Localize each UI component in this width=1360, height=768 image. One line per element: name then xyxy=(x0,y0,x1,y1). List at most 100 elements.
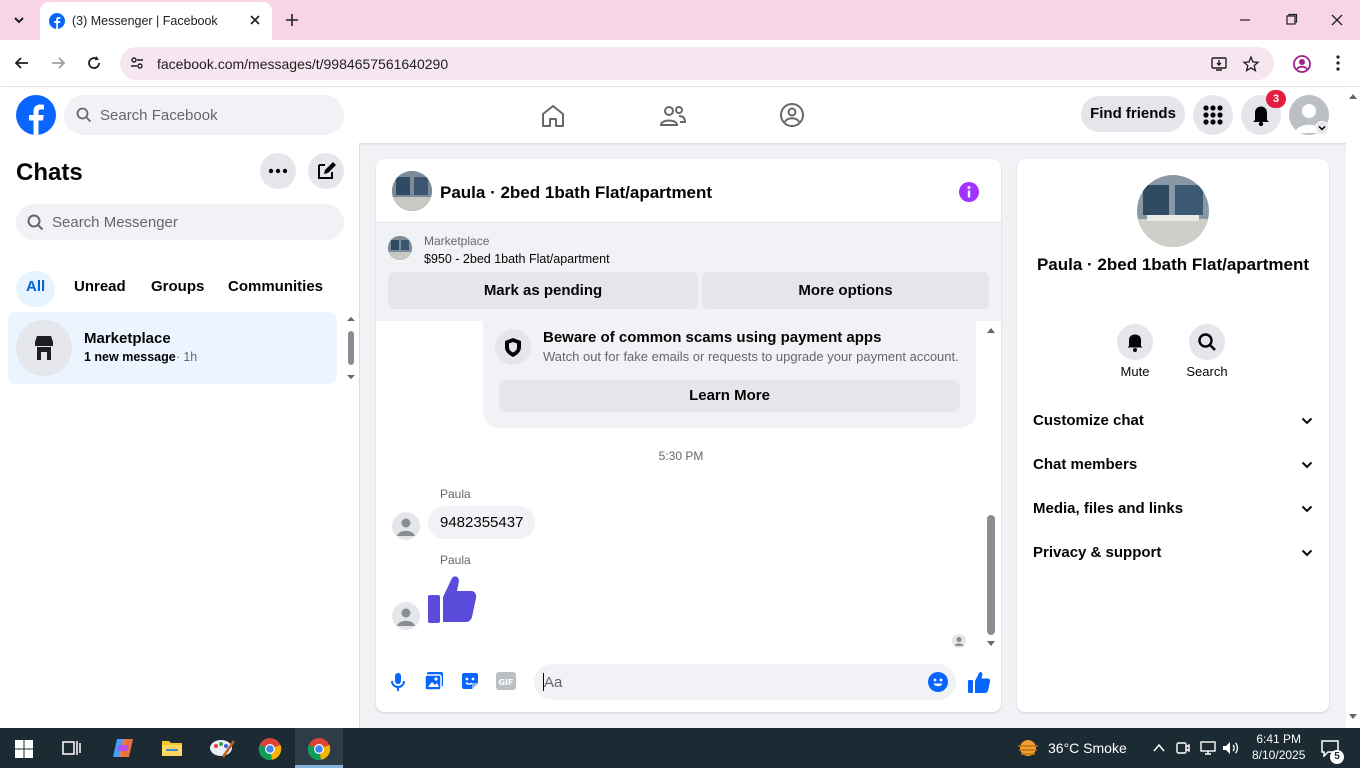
tray-chevron-up-icon[interactable] xyxy=(1152,742,1166,754)
clock-date: 8/10/2025 xyxy=(1252,748,1306,762)
paint-app-icon[interactable] xyxy=(209,737,235,759)
friends-icon[interactable] xyxy=(659,103,687,129)
minimize-icon[interactable] xyxy=(1238,13,1252,27)
taskbar-clock[interactable]: 6:41 PM 8/10/2025 xyxy=(1252,731,1305,763)
photo-icon[interactable] xyxy=(424,671,444,691)
sticker-icon[interactable] xyxy=(460,671,480,691)
chat-members-row[interactable]: Chat members xyxy=(1033,447,1313,483)
search-icon xyxy=(76,107,92,123)
reload-icon[interactable] xyxy=(85,54,103,72)
windows-start-icon[interactable] xyxy=(15,740,33,758)
weather-icon[interactable] xyxy=(1016,738,1040,758)
find-friends-button[interactable]: Find friends xyxy=(1081,96,1185,132)
privacy-support-row[interactable]: Privacy & support xyxy=(1033,535,1313,571)
chats-options-button[interactable] xyxy=(260,153,296,189)
svg-text:GIF: GIF xyxy=(498,678,513,687)
filter-unread[interactable]: Unread xyxy=(64,271,136,307)
filter-all[interactable]: All xyxy=(16,271,56,307)
account-chevron-icon[interactable] xyxy=(1315,121,1329,135)
facebook-logo-icon[interactable] xyxy=(16,95,56,135)
groups-icon[interactable] xyxy=(779,102,805,128)
browser-tab[interactable]: (3) Messenger | Facebook xyxy=(40,2,272,40)
listing-photo-avatar[interactable] xyxy=(392,171,432,211)
chat-list-scrollbar[interactable] xyxy=(346,315,356,381)
sender-avatar[interactable] xyxy=(392,602,420,630)
file-explorer-icon[interactable] xyxy=(161,738,183,758)
close-window-icon[interactable] xyxy=(1330,13,1344,27)
send-like-icon[interactable] xyxy=(967,670,991,694)
site-info-icon[interactable] xyxy=(129,55,145,71)
shield-icon xyxy=(495,329,531,365)
conversation-title[interactable]: Paula · 2bed 1bath Flat/apartment xyxy=(440,183,712,203)
bookmark-star-icon[interactable] xyxy=(1242,55,1260,73)
mark-as-pending-button[interactable]: Mark as pending xyxy=(388,272,698,309)
conversation-header: Paula · 2bed 1bath Flat/apartment xyxy=(376,159,1001,223)
home-icon[interactable] xyxy=(540,103,566,129)
new-tab-icon[interactable] xyxy=(284,12,300,28)
marketplace-avatar xyxy=(16,320,72,376)
install-app-icon[interactable] xyxy=(1210,55,1228,73)
message-timestamp: 5:30 PM xyxy=(658,449,704,463)
message-input-placeholder: Aa xyxy=(544,674,563,691)
chats-title: Chats xyxy=(16,159,83,186)
search-icon xyxy=(1198,333,1216,351)
back-icon[interactable] xyxy=(13,54,31,72)
search-in-conversation-button[interactable] xyxy=(1189,324,1225,360)
copilot-icon[interactable] xyxy=(111,737,135,759)
profile-icon[interactable] xyxy=(1292,54,1312,74)
forward-icon[interactable] xyxy=(49,54,67,72)
meet-now-icon[interactable] xyxy=(1176,740,1190,756)
more-options-button[interactable]: More options xyxy=(702,272,989,309)
menu-grid-button[interactable] xyxy=(1193,95,1233,135)
gif-icon[interactable]: GIF xyxy=(496,672,516,690)
browser-address-bar: facebook.com/messages/t/9984657561640290 xyxy=(0,40,1360,87)
emoji-icon[interactable] xyxy=(928,672,948,692)
new-message-button[interactable] xyxy=(308,153,344,189)
facebook-favicon-icon xyxy=(49,13,65,29)
chat-list-item[interactable]: Marketplace 1 new message· 1h xyxy=(8,312,337,384)
filter-communities[interactable]: Communities xyxy=(218,271,333,307)
browser-menu-icon[interactable] xyxy=(1330,54,1346,72)
learn-more-button[interactable]: Learn More xyxy=(499,380,960,412)
thumbs-up-message-icon[interactable] xyxy=(426,573,478,625)
facebook-search-input[interactable]: Search Facebook xyxy=(64,95,344,135)
conversation-scrollbar[interactable] xyxy=(985,325,997,651)
maximize-icon[interactable] xyxy=(1284,13,1298,27)
page-scrollbar[interactable] xyxy=(1346,87,1360,728)
customize-chat-row[interactable]: Customize chat xyxy=(1033,403,1313,439)
sender-avatar[interactable] xyxy=(392,512,420,540)
chat-time: · 1h xyxy=(175,350,198,364)
task-view-icon[interactable] xyxy=(62,739,82,757)
chat-preview: 1 new message· 1h xyxy=(84,350,197,364)
tab-search-dropdown-icon[interactable] xyxy=(10,11,28,29)
omnibox[interactable]: facebook.com/messages/t/9984657561640290 xyxy=(120,47,1274,80)
media-files-links-row[interactable]: Media, files and links xyxy=(1033,491,1313,527)
network-icon[interactable] xyxy=(1200,740,1216,756)
mute-button[interactable] xyxy=(1117,324,1153,360)
listing-photo-large[interactable] xyxy=(1137,175,1209,247)
chat-name: Marketplace xyxy=(84,330,171,347)
conversation-info-icon[interactable] xyxy=(958,181,980,203)
marketplace-banner: Marketplace $950 - 2bed 1bath Flat/apart… xyxy=(376,223,1001,321)
info-panel-name: Paula · 2bed 1bath Flat/apartment xyxy=(1036,255,1310,274)
privacy-support-label: Privacy & support xyxy=(1033,544,1162,561)
weather-text[interactable]: 36°C Smoke xyxy=(1048,740,1127,756)
volume-icon[interactable] xyxy=(1222,740,1240,756)
chevron-down-icon xyxy=(1301,549,1313,557)
conversation-info-panel: Paula · 2bed 1bath Flat/apartment Mute S… xyxy=(1017,159,1329,712)
message-bubble[interactable]: 9482355437 xyxy=(428,506,536,539)
listing-price-title[interactable]: $950 - 2bed 1bath Flat/apartment xyxy=(424,252,610,266)
message-input[interactable]: Aa xyxy=(534,664,956,700)
microphone-icon[interactable] xyxy=(390,672,406,692)
notification-badge: 3 xyxy=(1266,90,1286,108)
chrome-icon[interactable] xyxy=(258,737,282,761)
message-sender: Paula xyxy=(440,553,471,567)
notification-center-badge: 5 xyxy=(1330,750,1344,764)
active-chrome-task[interactable] xyxy=(295,728,343,768)
search-icon xyxy=(27,214,44,231)
filter-groups[interactable]: Groups xyxy=(141,271,214,307)
chevron-down-icon xyxy=(1301,461,1313,469)
tab-close-icon[interactable] xyxy=(248,13,262,27)
message-sender: Paula xyxy=(440,487,471,501)
messenger-search-input[interactable]: Search Messenger xyxy=(16,204,344,240)
